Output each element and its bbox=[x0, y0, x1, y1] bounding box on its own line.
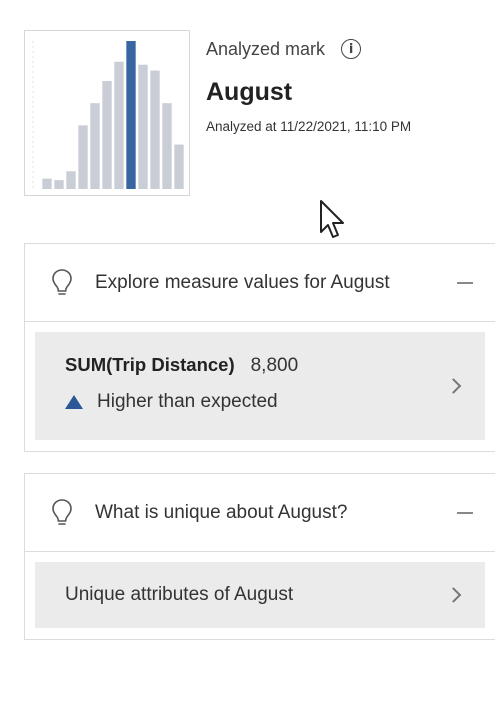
expectation-status: Higher than expected bbox=[97, 391, 278, 412]
explore-measure-header[interactable]: Explore measure values for August bbox=[25, 244, 495, 322]
thumbnail-bar bbox=[42, 178, 52, 189]
unique-attributes-header[interactable]: What is unique about August? bbox=[25, 474, 495, 552]
measure-value-card[interactable]: SUM(Trip Distance) 8,800 Higher than exp… bbox=[35, 332, 485, 440]
measure-value: 8,800 bbox=[250, 355, 299, 376]
unique-attributes-card[interactable]: Unique attributes of August bbox=[35, 562, 485, 628]
status-row: Higher than expected bbox=[65, 391, 485, 413]
minus-icon[interactable] bbox=[457, 511, 473, 514]
thumbnail-bar bbox=[90, 103, 100, 189]
thumbnail-bar bbox=[114, 61, 124, 189]
analyzed-row: Analyzed mark i bbox=[206, 36, 476, 62]
mark-thumbnail-chart bbox=[24, 30, 190, 196]
lightbulb-icon bbox=[52, 268, 72, 295]
thumbnail-bar bbox=[102, 80, 112, 189]
analyzed-timestamp: Analyzed at 11/22/2021, 11:10 PM bbox=[206, 119, 412, 134]
mark-title: August bbox=[206, 78, 293, 106]
unique-attributes-title: What is unique about August? bbox=[95, 501, 348, 523]
analyzed-mark-label: Analyzed mark bbox=[206, 38, 326, 59]
chevron-right-icon bbox=[445, 587, 462, 603]
mark-meta: Analyzed mark i August Analyzed at 11/22… bbox=[206, 36, 476, 135]
analyzed-mark-header: Analyzed mark i August Analyzed at 11/22… bbox=[0, 0, 495, 238]
thumbnail-bar-highlighted bbox=[126, 41, 136, 189]
thumbnail-bar bbox=[174, 144, 184, 189]
thumbnail-bar bbox=[162, 103, 172, 189]
thumbnail-bar bbox=[66, 171, 76, 189]
thumbnail-bar-chart bbox=[32, 41, 184, 189]
lightbulb-icon bbox=[52, 498, 72, 525]
measure-name: SUM(Trip Distance) bbox=[65, 354, 235, 375]
explore-measure-section: Explore measure values for August SUM(Tr… bbox=[24, 243, 495, 452]
thumbnail-bar bbox=[54, 180, 64, 189]
measure-row: SUM(Trip Distance) 8,800 bbox=[65, 354, 485, 377]
thumbnail-bar bbox=[150, 70, 160, 189]
mouse-pointer-icon bbox=[320, 200, 344, 238]
thumbnail-bar bbox=[78, 125, 88, 189]
thumbnail-bar bbox=[138, 64, 148, 189]
up-triangle-icon bbox=[65, 395, 83, 409]
explore-measure-title: Explore measure values for August bbox=[95, 271, 390, 293]
unique-attributes-section: What is unique about August? Unique attr… bbox=[24, 473, 495, 640]
minus-icon[interactable] bbox=[457, 281, 473, 284]
unique-attributes-label: Unique attributes of August bbox=[65, 584, 294, 605]
info-icon[interactable]: i bbox=[341, 39, 362, 59]
